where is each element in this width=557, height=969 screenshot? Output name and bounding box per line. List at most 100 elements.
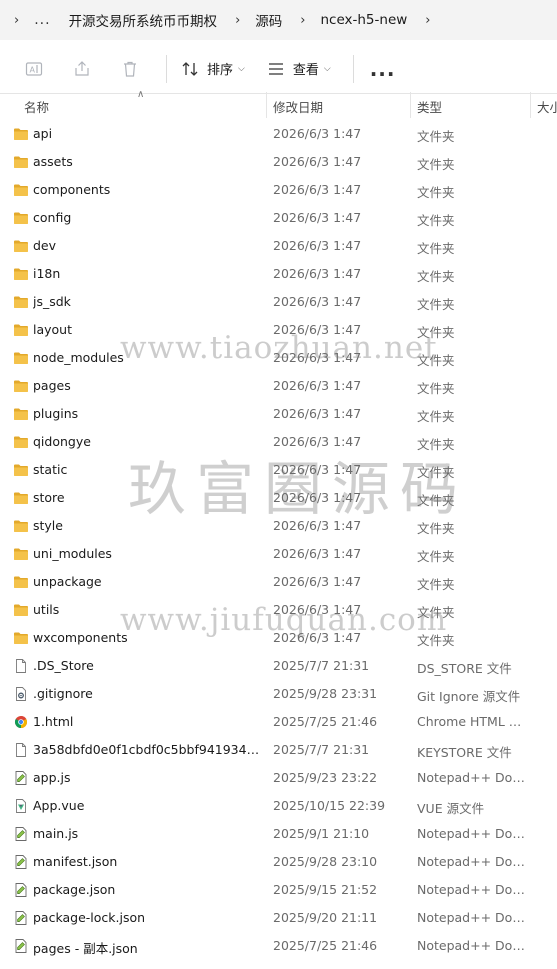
file-type: Notepad++ Document [417, 910, 529, 925]
file-row[interactable]: js_sdk 2026/6/3 1:47 文件夹 [0, 288, 557, 316]
breadcrumb-item-3[interactable]: ncex-h5-new [320, 12, 407, 28]
file-row[interactable]: .DS_Store 2025/7/7 21:31 DS_STORE 文件 [0, 652, 557, 680]
file-row[interactable]: .gitignore 2025/9/28 23:31 Git Ignore 源文件 [0, 680, 557, 708]
file-type: Notepad++ Document [417, 854, 529, 869]
file-modified-date: 2026/6/3 1:47 [273, 238, 362, 253]
folder-icon [13, 574, 29, 590]
file-modified-date: 2026/6/3 1:47 [273, 434, 362, 449]
column-date-header[interactable]: 修改日期 [273, 97, 323, 116]
file-name: layout [33, 322, 73, 337]
file-row[interactable]: i18n 2026/6/3 1:47 文件夹 [0, 260, 557, 288]
file-row[interactable]: package.json 2025/9/15 21:52 Notepad++ Doc… [0, 876, 557, 904]
file-row[interactable]: 3a58dbfd0e0f1cbdf0c5bbf941934920.keystor… [0, 736, 557, 764]
breadcrumb-item-1[interactable]: 开源交易所系统币币期权 [69, 10, 218, 30]
file-row[interactable]: store 2026/6/3 1:47 文件夹 [0, 484, 557, 512]
column-divider[interactable] [410, 92, 411, 118]
chevron-right-icon[interactable]: › [300, 13, 305, 28]
file-type: 文件夹 [417, 437, 455, 452]
file-type: 文件夹 [417, 325, 455, 340]
folder-icon [13, 266, 29, 282]
file-name: store [33, 490, 65, 505]
sort-button[interactable]: 排序 ⌵ [181, 59, 245, 78]
file-row[interactable]: static 2026/6/3 1:47 文件夹 [0, 456, 557, 484]
file-row[interactable]: unpackage 2026/6/3 1:47 文件夹 [0, 568, 557, 596]
delete-icon[interactable] [118, 57, 142, 81]
folder-icon [13, 490, 29, 506]
file-row[interactable]: app.js 2025/9/23 23:22 Notepad++ Document [0, 764, 557, 792]
file-row[interactable]: api 2026/6/3 1:47 文件夹 [0, 120, 557, 148]
file-row[interactable]: assets 2026/6/3 1:47 文件夹 [0, 148, 557, 176]
column-divider[interactable] [266, 92, 267, 118]
file-row[interactable]: 1.html 2025/7/25 21:46 Chrome HTML Documen… [0, 708, 557, 736]
file-modified-date: 2026/6/3 1:47 [273, 266, 362, 281]
file-row[interactable]: node_modules 2026/6/3 1:47 文件夹 [0, 344, 557, 372]
file-type: 文件夹 [417, 381, 455, 396]
file-row[interactable]: main.js 2025/9/1 21:10 Notepad++ Document [0, 820, 557, 848]
file-row[interactable]: uni_modules 2026/6/3 1:47 文件夹 [0, 540, 557, 568]
file-row[interactable]: utils 2026/6/3 1:47 文件夹 [0, 596, 557, 624]
view-button[interactable]: 查看 ⌵ [267, 59, 331, 78]
file-row[interactable]: App.vue 2025/10/15 22:39 VUE 源文件 [0, 792, 557, 820]
chevron-right-icon[interactable]: › [425, 13, 430, 28]
chevron-right-icon[interactable]: › [235, 13, 240, 28]
file-row[interactable]: components 2026/6/3 1:47 文件夹 [0, 176, 557, 204]
file-type: 文件夹 [417, 465, 455, 480]
file-name: node_modules [33, 350, 124, 365]
file-row[interactable]: pages 2026/6/3 1:47 文件夹 [0, 372, 557, 400]
file-row[interactable]: pages - 副本.json 2025/7/25 21:46 Notepad++ … [0, 932, 557, 960]
command-bar: A 排序 ⌵ 查看 ⌵ ... [0, 44, 557, 94]
breadcrumb-item-2[interactable]: 源码 [255, 10, 282, 30]
file-row[interactable]: qidongye 2026/6/3 1:47 文件夹 [0, 428, 557, 456]
file-type: 文件夹 [417, 633, 455, 648]
gear-file-icon [13, 686, 29, 702]
file-type: 文件夹 [417, 409, 455, 424]
file-name: uni_modules [33, 546, 112, 561]
folder-icon [13, 126, 29, 142]
file-row[interactable]: package-lock.json 2025/9/20 21:11 Notepad+… [0, 904, 557, 932]
file-modified-date: 2026/6/3 1:47 [273, 126, 362, 141]
file-name: js_sdk [33, 294, 71, 309]
file-type: 文件夹 [417, 129, 455, 144]
folder-icon [13, 546, 29, 562]
column-name-header[interactable]: 名称 [24, 97, 49, 116]
file-row[interactable]: layout 2026/6/3 1:47 文件夹 [0, 316, 557, 344]
file-type: Chrome HTML Document [417, 714, 529, 729]
sort-icon [182, 61, 198, 76]
file-modified-date: 2026/6/3 1:47 [273, 154, 362, 169]
folder-icon [13, 182, 29, 198]
file-name: components [33, 182, 111, 197]
file-type: 文件夹 [417, 605, 455, 620]
folder-icon [13, 434, 29, 450]
notepad-file-icon [13, 854, 29, 870]
file-modified-date: 2025/9/28 23:10 [273, 854, 378, 869]
file-modified-date: 2026/6/3 1:47 [273, 378, 362, 393]
column-type-header[interactable]: 类型 [417, 97, 442, 116]
file-name: dev [33, 238, 57, 253]
breadcrumb-overflow-button[interactable]: ... [34, 12, 50, 28]
file-name: 3a58dbfd0e0f1cbdf0c5bbf941934920.keystor… [33, 742, 263, 757]
file-row[interactable]: style 2026/6/3 1:47 文件夹 [0, 512, 557, 540]
file-row[interactable]: dev 2026/6/3 1:47 文件夹 [0, 232, 557, 260]
folder-icon [13, 462, 29, 478]
file-modified-date: 2026/6/3 1:47 [273, 630, 362, 645]
file-modified-date: 2025/9/20 21:11 [273, 910, 378, 925]
column-divider[interactable] [530, 92, 531, 118]
file-row[interactable]: config 2026/6/3 1:47 文件夹 [0, 204, 557, 232]
notepad-file-icon [13, 882, 29, 898]
file-type: KEYSTORE 文件 [417, 745, 512, 760]
folder-icon [13, 406, 29, 422]
sort-label: 排序 [207, 63, 234, 78]
file-row[interactable]: plugins 2026/6/3 1:47 文件夹 [0, 400, 557, 428]
more-options-button[interactable]: ... [370, 57, 396, 81]
file-modified-date: 2025/7/25 21:46 [273, 714, 378, 729]
chevron-right-icon[interactable]: › [14, 13, 19, 28]
file-type: 文件夹 [417, 213, 455, 228]
file-modified-date: 2026/6/3 1:47 [273, 294, 362, 309]
column-size-header[interactable]: 大小 [537, 97, 557, 116]
share-icon[interactable] [70, 57, 94, 81]
file-row[interactable]: manifest.json 2025/9/28 23:10 Notepad++ Do… [0, 848, 557, 876]
file-row[interactable]: wxcomponents 2026/6/3 1:47 文件夹 [0, 624, 557, 652]
toolbar-separator [352, 54, 354, 83]
file-name: static [33, 462, 68, 477]
rename-icon[interactable]: A [22, 57, 46, 81]
